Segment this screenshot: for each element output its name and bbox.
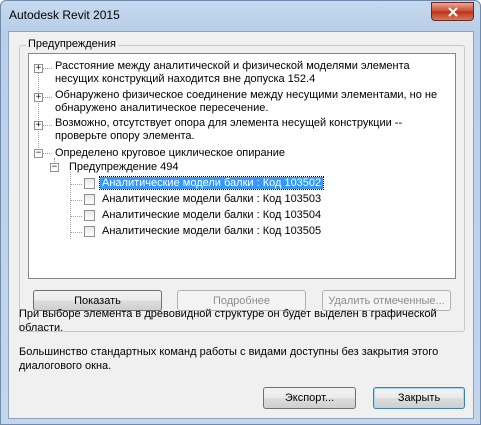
dialog-client-area: Предупреждения + Расстояние между аналит…	[8, 31, 474, 419]
tree-item-line: Обнаружено физическое соединение между н…	[55, 89, 438, 101]
tree-item-line: Возможно, отсутствует опора для элемента…	[55, 117, 403, 129]
leaf-checkbox[interactable]	[84, 194, 95, 205]
tree-item-line: несущих конструкций находится вне допуск…	[55, 73, 316, 85]
tree-leaf-item[interactable]: Аналитические модели балки : Код 103505	[102, 225, 321, 238]
close-icon	[447, 6, 458, 17]
tree-connector	[43, 125, 52, 126]
tree-connector	[70, 200, 82, 201]
leaf-checkbox[interactable]	[84, 178, 95, 189]
tree-item-circular-support[interactable]: Определено круговое циклическое опирание	[55, 147, 285, 160]
tree-item-distance-tolerance[interactable]: Расстояние между аналитической и физичес…	[55, 60, 410, 86]
close-button[interactable]: Закрыть	[373, 387, 465, 409]
leaf-checkbox[interactable]	[84, 210, 95, 221]
tree-item-line: проверьте опору элемента.	[55, 130, 195, 142]
expand-icon[interactable]: +	[34, 64, 43, 73]
tree-connector	[43, 153, 52, 154]
hint-line: При выборе элемента в древовидной структ…	[19, 308, 437, 320]
window-title: Autodesk Revit 2015	[9, 8, 120, 22]
warnings-group: Предупреждения + Расстояние между аналит…	[19, 38, 465, 332]
title-bar[interactable]: Autodesk Revit 2015	[1, 1, 480, 31]
tree-connector	[43, 68, 52, 69]
tree-item-warning-494[interactable]: Предупреждение 494	[69, 161, 179, 174]
tree-connector	[70, 232, 82, 233]
leaf-checkbox[interactable]	[84, 226, 95, 237]
collapse-icon[interactable]: −	[34, 149, 43, 158]
tree-leaf-label: Аналитические модели балки : Код 103502	[98, 176, 325, 190]
tree-connector	[70, 172, 71, 239]
tree-item-missing-support[interactable]: Возможно, отсутствует опора для элемента…	[55, 117, 402, 143]
expand-icon[interactable]: +	[34, 121, 43, 130]
export-button[interactable]: Экспорт...	[263, 387, 356, 409]
warnings-group-label: Предупреждения	[26, 38, 118, 50]
expand-icon[interactable]: +	[34, 93, 43, 102]
hint-line: области.	[19, 322, 64, 334]
tree-item-physical-connection[interactable]: Обнаружено физическое соединение между н…	[55, 89, 437, 115]
tree-item-line: Расстояние между аналитической и физичес…	[55, 60, 410, 72]
tree-item-line: обнаружено аналитическое пересечение.	[55, 102, 269, 114]
tree-connector	[43, 97, 52, 98]
tree-connector	[70, 184, 82, 185]
selection-hint-text: При выборе элемента в древовидной структ…	[19, 307, 437, 335]
warnings-tree[interactable]: + Расстояние между аналитической и физич…	[28, 53, 456, 279]
tree-leaf-item[interactable]: Аналитические модели балки : Код 103504	[102, 209, 321, 222]
view-commands-hint-text: Большинство стандартных команд работы с …	[19, 345, 438, 373]
close-window-button[interactable]	[431, 2, 474, 21]
collapse-icon[interactable]: −	[50, 163, 59, 172]
dialog-window: Autodesk Revit 2015 Предупреждения + Рас…	[0, 0, 481, 425]
tree-leaf-item[interactable]: Аналитические модели балки : Код 103503	[102, 193, 321, 206]
hint-line: Большинство стандартных команд работы с …	[19, 346, 439, 358]
hint-line: диалогового окна.	[19, 360, 112, 372]
tree-connector	[70, 216, 82, 217]
tree-leaf-item[interactable]: Аналитические модели балки : Код 103502	[98, 176, 325, 190]
tree-connector	[38, 64, 39, 154]
